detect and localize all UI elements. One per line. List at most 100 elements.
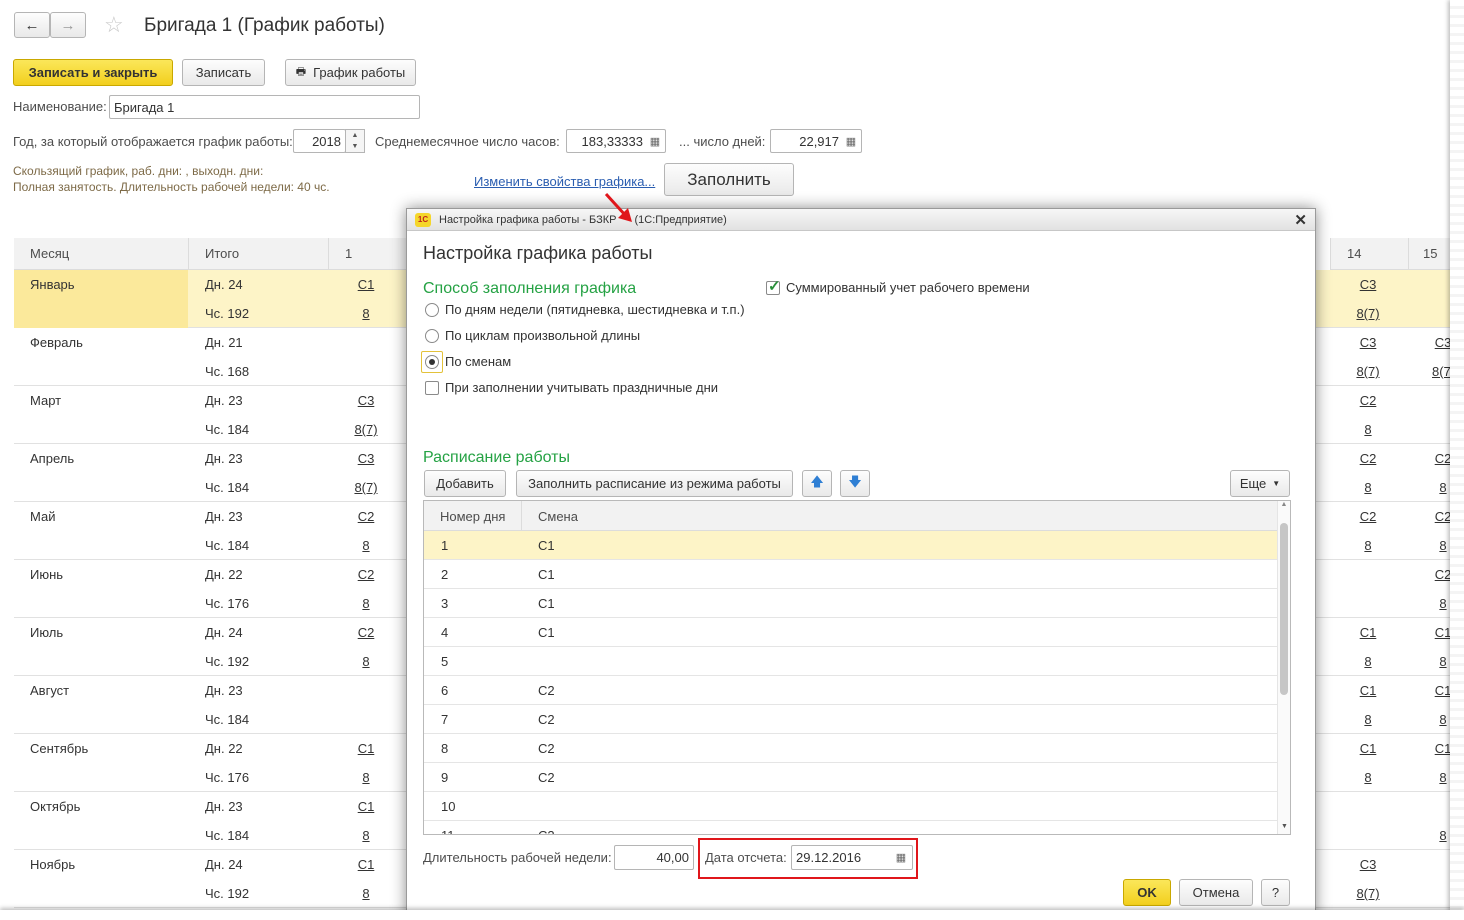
schedule-row[interactable]: 8 С2 [424,734,1277,763]
grid-scrollbar[interactable]: ▲ ▼ [1277,501,1290,834]
day14-hours-cell[interactable]: 8 [1348,770,1388,785]
cancel-button[interactable]: Отмена [1179,879,1253,906]
calculator-icon[interactable]: ▦ [647,131,663,151]
day1-hours-cell[interactable]: 8(7) [346,480,386,495]
hours-total-cell: Чс. 168 [205,364,250,379]
days-total-cell: Дн. 23 [205,683,243,698]
day1-shift-cell[interactable]: С2 [346,509,386,524]
days-total-cell: Дн. 24 [205,277,243,292]
schedule-info-line1: Скользящий график, раб. дни: , выходн. д… [13,164,264,178]
day1-hours-cell[interactable]: 8 [346,306,386,321]
day14-hours-cell[interactable]: 8(7) [1348,306,1388,321]
change-properties-link[interactable]: Изменить свойства графика... [474,174,655,189]
day14-shift-cell[interactable]: С2 [1348,393,1388,408]
day14-hours-cell[interactable]: 8(7) [1348,364,1388,379]
day1-hours-cell[interactable]: 8 [346,538,386,553]
schedule-row[interactable]: 6 С2 [424,676,1277,705]
day1-shift-cell[interactable]: С1 [346,277,386,292]
day1-hours-cell[interactable]: 8 [346,886,386,901]
days-total-cell: Дн. 24 [205,625,243,640]
day1-shift-cell[interactable]: С1 [346,741,386,756]
add-button[interactable]: Добавить [424,470,506,497]
fill-from-mode-button[interactable]: Заполнить расписание из режима работы [516,470,793,497]
year-stepper[interactable]: ▲ ▼ [345,129,365,153]
month-cell: Февраль [30,335,83,350]
day1-hours-cell[interactable]: 8(7) [346,422,386,437]
holidays-checkbox[interactable] [425,381,439,395]
fill-button[interactable]: Заполнить [664,163,794,196]
more-button[interactable]: Еще ▼ [1230,470,1290,497]
calculator-icon[interactable]: ▦ [843,131,859,151]
day14-shift-cell[interactable]: С1 [1348,741,1388,756]
day1-hours-cell[interactable]: 8 [346,828,386,843]
scrollbar-thumb[interactable] [1280,523,1288,695]
day1-shift-cell[interactable]: С2 [346,567,386,582]
dialog-titlebar-text: Настройка графика работы - БЗКР [439,213,617,226]
month-cell: Апрель [30,451,75,466]
schedule-row[interactable]: 3 С1 [424,589,1277,618]
schedule-row[interactable]: 1 С1 [424,531,1277,560]
year-label: Год, за который отображается график рабо… [13,134,293,149]
save-button[interactable]: Записать [182,59,265,86]
close-icon[interactable]: ✕ [1294,211,1307,229]
year-field[interactable]: 2018 [293,129,346,153]
radio-weekdays[interactable] [425,303,439,317]
shift-cell: С2 [538,683,555,698]
schedule-row[interactable]: 9 С2 [424,763,1277,792]
move-down-button[interactable]: 🡇 [840,470,870,497]
day14-shift-cell[interactable]: С1 [1348,625,1388,640]
radio-shifts[interactable] [425,355,439,369]
day14-shift-cell[interactable]: С2 [1348,509,1388,524]
days-total-cell: Дн. 22 [205,741,243,756]
day14-shift-cell[interactable]: С3 [1348,857,1388,872]
day1-shift-cell[interactable]: С2 [346,625,386,640]
day-number-cell: 5 [441,654,449,669]
days-value: 22,917 [799,133,839,149]
day14-hours-cell[interactable]: 8 [1348,480,1388,495]
back-button[interactable]: ← [14,12,50,38]
day1-shift-cell[interactable]: С3 [346,451,386,466]
day1-shift-cell[interactable]: С1 [346,799,386,814]
schedule-row[interactable]: 2 С1 [424,560,1277,589]
name-field[interactable]: Бригада 1 [109,95,420,119]
schedule-button[interactable]: 🖶 График работы [285,59,416,86]
radio-cycles[interactable] [425,329,439,343]
day1-shift-cell[interactable]: С3 [346,393,386,408]
day-number-cell: 8 [441,741,449,756]
move-up-button[interactable]: 🡅 [802,470,832,497]
schedule-row[interactable]: 5 [424,647,1277,676]
day14-hours-cell[interactable]: 8 [1348,654,1388,669]
schedule-row[interactable]: 10 [424,792,1277,821]
schedule-row[interactable]: 11 С2 [424,821,1277,834]
dialog-titlebar: 1С Настройка графика работы - БЗКР (1С:П… [407,209,1315,231]
save-and-close-button[interactable]: Записать и закрыть [13,59,173,86]
summarized-checkbox-label: Суммированный учет рабочего времени [786,280,1030,295]
day1-hours-cell[interactable]: 8 [346,654,386,669]
day14-hours-cell[interactable]: 8 [1348,422,1388,437]
day14-hours-cell[interactable]: 8 [1348,712,1388,727]
schedule-row[interactable]: 7 С2 [424,705,1277,734]
star-icon[interactable]: ☆ [104,12,124,38]
schedule-row[interactable]: 4 С1 [424,618,1277,647]
help-button[interactable]: ? [1261,879,1290,906]
table-header-day15: 15 [1408,238,1452,270]
hours-total-cell: Чс. 192 [205,654,250,669]
day14-shift-cell[interactable]: С3 [1348,335,1388,350]
week-length-field[interactable]: 40,00 [614,845,694,870]
day14-hours-cell[interactable]: 8(7) [1348,886,1388,901]
day14-shift-cell[interactable]: С2 [1348,451,1388,466]
day14-shift-cell[interactable]: С3 [1348,277,1388,292]
month-cell: Январь [30,277,75,292]
month-cell: Май [30,509,56,524]
summarized-checkbox[interactable]: ✓ [766,278,781,295]
forward-button[interactable]: → [50,12,86,38]
day1-hours-cell[interactable]: 8 [346,596,386,611]
day14-hours-cell[interactable]: 8 [1348,538,1388,553]
scroll-up-icon[interactable]: ▲ [1278,501,1290,508]
calendar-icon[interactable]: ▦ [893,847,909,867]
day1-hours-cell[interactable]: 8 [346,770,386,785]
day14-shift-cell[interactable]: С1 [1348,683,1388,698]
day1-shift-cell[interactable]: С1 [346,857,386,872]
ok-button[interactable]: OK [1123,879,1171,906]
scroll-down-icon[interactable]: ▼ [1278,823,1291,830]
